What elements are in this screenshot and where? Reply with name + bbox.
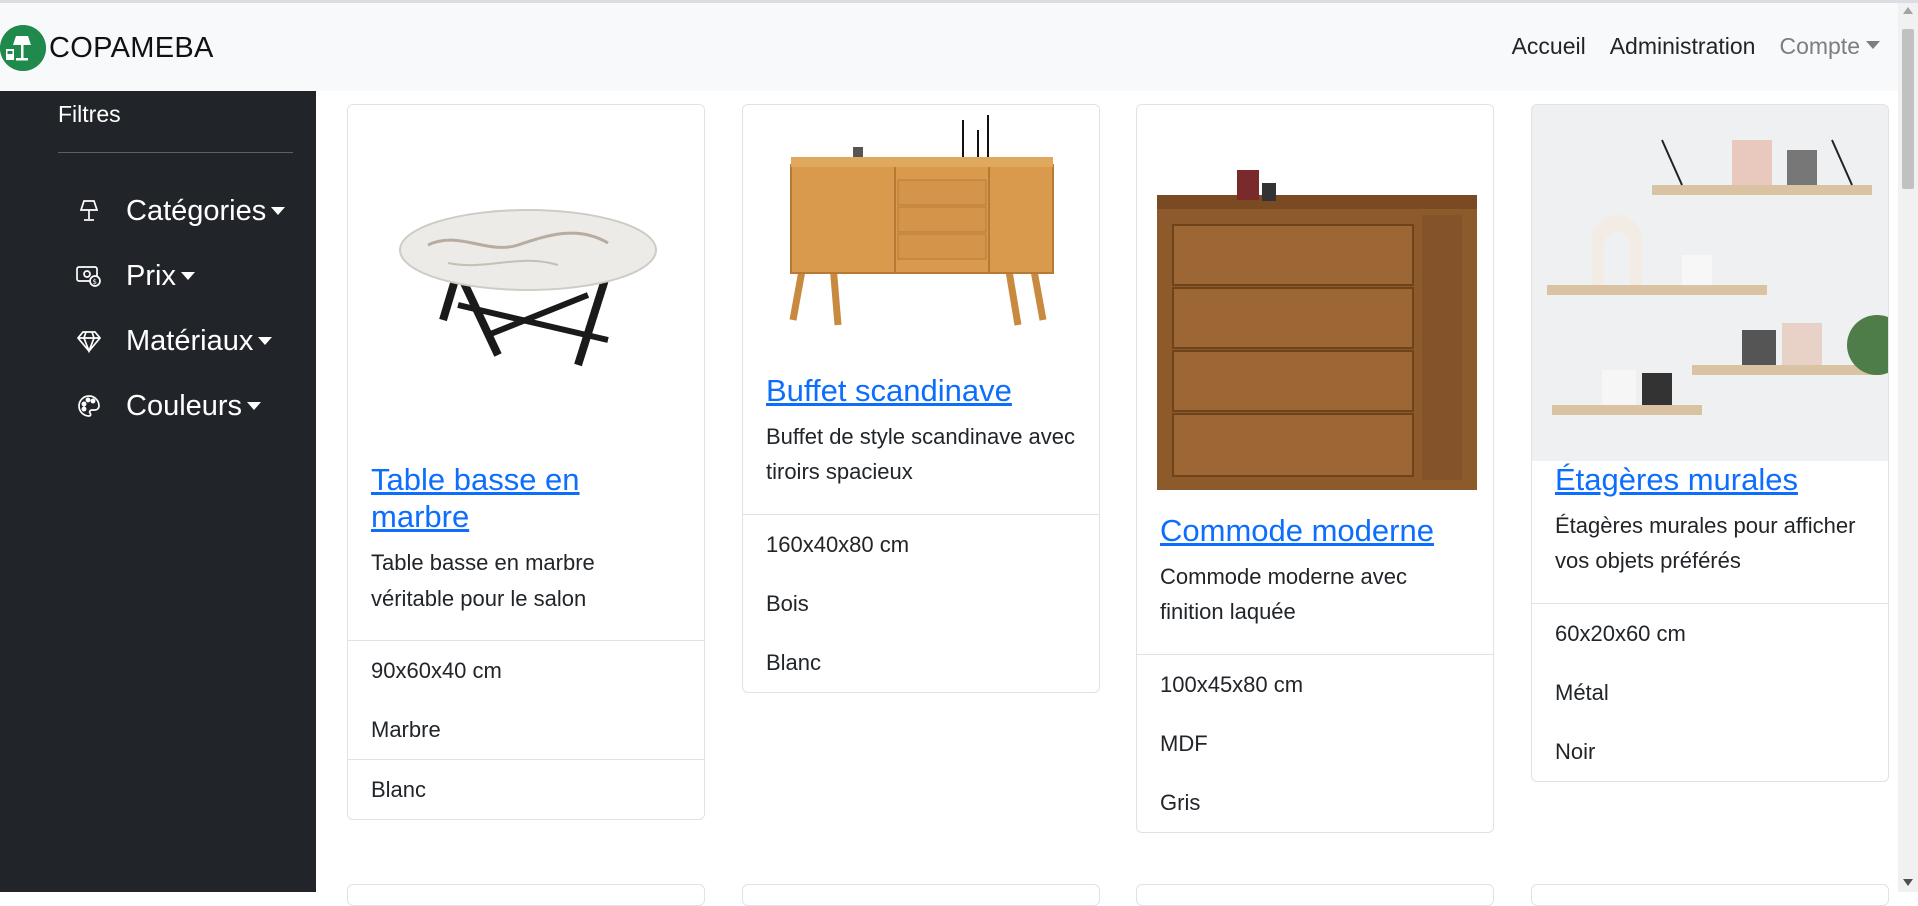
product-color: Noir xyxy=(1555,738,1596,764)
product-material: Bois xyxy=(766,590,809,616)
diamond-icon xyxy=(74,326,104,356)
palette-icon xyxy=(74,391,104,421)
svg-text:$: $ xyxy=(93,278,97,286)
product-card: Buffet scandinave Buffet de style scandi… xyxy=(742,104,1100,693)
product-image xyxy=(743,105,1099,372)
product-description: Commode moderne avec finition laquée xyxy=(1160,564,1408,625)
nav-admin-link[interactable]: Administration xyxy=(1610,33,1756,60)
product-color: Blanc xyxy=(766,649,822,675)
product-card-partial xyxy=(1531,884,1889,906)
product-material: MDF xyxy=(1160,730,1208,756)
money-icon: $ xyxy=(74,261,104,291)
product-material: Métal xyxy=(1555,679,1609,705)
nav-home-link[interactable]: Accueil xyxy=(1512,33,1586,60)
sidebar-title: Filtres xyxy=(58,101,121,127)
sidebar-item-materials[interactable]: Matériaux xyxy=(74,321,273,361)
product-material: Marbre xyxy=(371,716,441,742)
product-dimensions: 160x40x80 cm xyxy=(766,531,910,557)
scroll-up-arrow-icon[interactable] xyxy=(1903,7,1913,14)
product-dimensions: 90x60x40 cm xyxy=(371,657,502,683)
sidebar-divider xyxy=(58,152,293,153)
product-card-partial xyxy=(742,884,1100,906)
product-card: Étagères murales Étagères murales pour a… xyxy=(1531,104,1889,782)
chevron-down-icon xyxy=(247,402,262,410)
page-scrollbar[interactable] xyxy=(1898,3,1918,892)
product-dimensions: 60x20x60 cm xyxy=(1555,620,1686,646)
nav-links: Accueil Administration Compte xyxy=(1512,33,1880,60)
product-dimensions: 100x45x80 cm xyxy=(1160,671,1304,697)
brand-name: COPAMEBA xyxy=(49,31,214,64)
scrollbar-thumb[interactable] xyxy=(1902,29,1914,189)
product-color: Blanc xyxy=(348,758,704,819)
brand[interactable]: COPAMEBA xyxy=(0,25,214,71)
nav-account-label: Compte xyxy=(1779,33,1860,59)
product-details-list: 60x20x60 cm Métal Noir xyxy=(1532,602,1888,781)
product-image xyxy=(1137,105,1493,512)
sidebar-item-colors[interactable]: Couleurs xyxy=(74,386,262,426)
sidebar-item-price[interactable]: $ Prix xyxy=(74,256,195,296)
product-details-list: 100x45x80 cm MDF Gris xyxy=(1137,653,1493,832)
chevron-down-icon xyxy=(180,272,195,280)
product-description: Table basse en marbre véritable pour le … xyxy=(371,550,595,611)
product-description: Buffet de style scandinave avec tiroirs … xyxy=(766,424,1076,485)
product-title-link[interactable]: Table basse en marbre xyxy=(371,461,681,535)
sidebar-item-label: Couleurs xyxy=(126,389,243,422)
product-description: Étagères murales pour afficher vos objet… xyxy=(1555,513,1856,574)
product-title-link[interactable]: Buffet scandinave xyxy=(766,372,1076,409)
product-card: Commode moderne Commode moderne avec fin… xyxy=(1136,104,1494,833)
product-details-list: 160x40x80 cm Bois Blanc xyxy=(743,513,1099,692)
chevron-down-icon xyxy=(1866,41,1880,49)
product-details-list: 90x60x40 cm Marbre Blanc xyxy=(348,639,704,819)
sidebar-item-label: Matériaux xyxy=(126,324,254,357)
filters-sidebar: Filtres Catégories $ Prix Matériaux Coul… xyxy=(0,91,316,892)
product-image xyxy=(348,105,704,461)
chevron-down-icon xyxy=(258,337,273,345)
brand-logo-icon xyxy=(0,25,46,71)
lamp-icon xyxy=(74,196,104,226)
product-card-partial xyxy=(1136,884,1494,906)
product-image xyxy=(1532,105,1888,461)
top-navbar: COPAMEBA Accueil Administration Compte xyxy=(0,3,1898,91)
nav-account-dropdown[interactable]: Compte xyxy=(1779,33,1880,60)
sidebar-item-label: Catégories xyxy=(126,194,267,227)
sidebar-item-categories[interactable]: Catégories xyxy=(74,191,286,231)
product-color: Gris xyxy=(1160,789,1201,815)
product-card-partial xyxy=(347,884,705,906)
chevron-down-icon xyxy=(271,207,286,215)
scroll-down-arrow-icon[interactable] xyxy=(1903,879,1913,886)
sidebar-item-label: Prix xyxy=(126,259,176,292)
product-card: Table basse en marbre Table basse en mar… xyxy=(347,104,705,820)
product-title-link[interactable]: Commode moderne xyxy=(1160,512,1470,549)
product-title-link[interactable]: Étagères murales xyxy=(1555,461,1865,498)
